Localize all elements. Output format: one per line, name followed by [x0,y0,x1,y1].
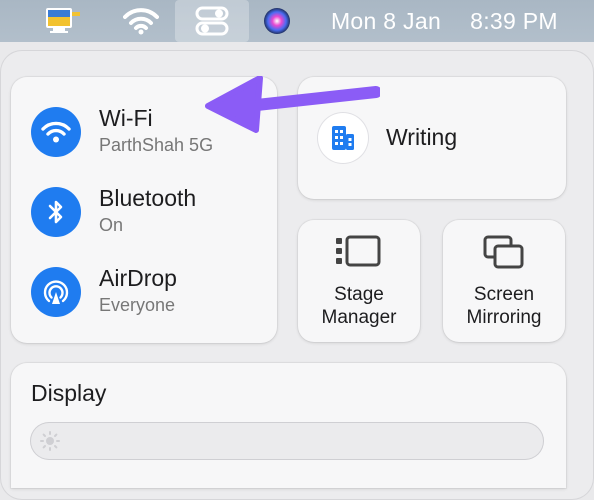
airdrop-title: AirDrop [99,265,177,291]
siri-icon[interactable] [258,0,296,42]
wifi-network-name: ParthShah 5G [99,135,214,155]
stage-manager-label-line2: Manager [321,307,397,328]
screen-mirroring-label-line2: Mirroring [466,307,542,328]
screen-mirroring-button[interactable]: Screen Mirroring [443,220,565,342]
bluetooth-toggle[interactable]: Bluetooth On [11,177,271,247]
airdrop-status: Everyone [99,295,176,315]
annotation-arrow [200,75,382,141]
airdrop-toggle[interactable]: AirDrop Everyone [11,257,271,327]
menu-bar: Mon 8 Jan 8:39 PM [0,0,594,42]
app-icon[interactable] [38,0,88,42]
bluetooth-icon[interactable] [31,187,81,237]
stage-manager-icon [334,234,382,275]
wifi-icon[interactable] [31,107,81,157]
brightness-icon [40,431,60,456]
menu-bar-date[interactable]: Mon 8 Jan [318,0,454,42]
stage-manager-button[interactable]: Stage Manager [298,220,420,342]
bluetooth-title: Bluetooth [99,185,197,211]
airdrop-icon[interactable] [31,267,81,317]
display-brightness-slider[interactable] [30,422,544,460]
bluetooth-status: On [99,215,124,235]
menu-bar-time[interactable]: 8:39 PM [462,0,566,42]
display-title: Display [31,380,107,406]
stage-manager-label-line1: Stage [334,284,384,305]
focus-label: Writing [386,124,458,150]
control-center-icon[interactable] [175,0,249,42]
screen-mirroring-label-line1: Screen [473,284,535,305]
wifi-title: Wi-Fi [99,105,153,131]
wifi-icon[interactable] [118,0,164,42]
screen-mirroring-icon [483,234,525,275]
